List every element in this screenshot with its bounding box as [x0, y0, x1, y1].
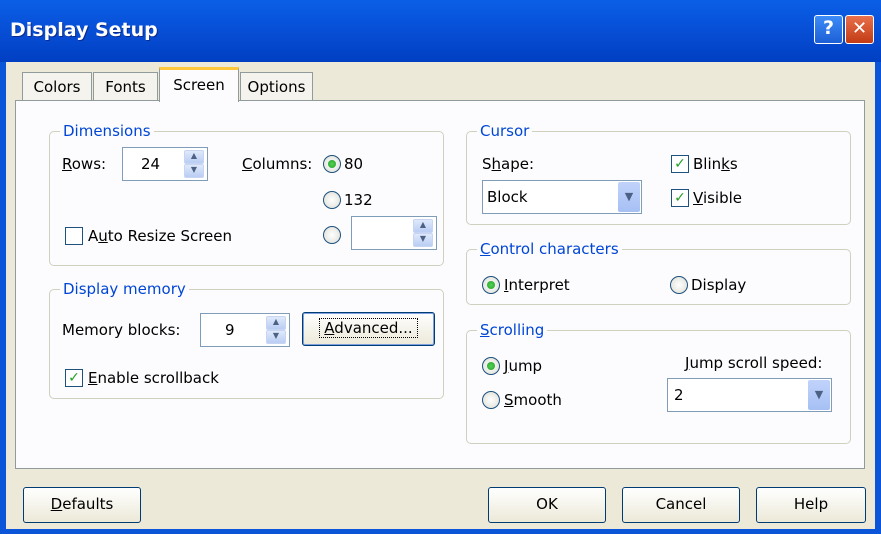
close-title-button[interactable]: ✕ — [845, 15, 874, 44]
cursor-legend: Cursor — [477, 122, 533, 140]
auto-resize-checkbox[interactable] — [65, 227, 83, 245]
jump-radio[interactable] — [482, 357, 500, 375]
shape-label: Shape: — [482, 155, 535, 173]
jump-scroll-speed-dropdown[interactable]: 2 ▼ — [667, 378, 832, 412]
interpret-label: Interpret — [504, 276, 570, 294]
auto-resize-label: Auto Resize Screen — [88, 227, 233, 245]
spin-up-icon[interactable]: ▲ — [184, 150, 204, 164]
smooth-radio[interactable] — [482, 391, 500, 409]
tab-fonts-label: Fonts — [105, 78, 146, 96]
window-frame-bottom — [0, 529, 881, 534]
control-characters-legend: Control characters — [477, 240, 622, 258]
enable-scrollback-label: Enable scrollback — [88, 369, 219, 387]
tab-screen-label: Screen — [173, 76, 225, 94]
tab-colors-label: Colors — [33, 78, 81, 96]
columns-custom-radio[interactable] — [323, 226, 341, 244]
advanced-button[interactable]: Advanced... — [302, 312, 435, 346]
spin-up-icon[interactable]: ▲ — [266, 316, 286, 330]
blinks-label: Blinks — [693, 155, 738, 173]
spin-up-icon[interactable]: ▲ — [413, 219, 433, 233]
defaults-button[interactable]: Defaults — [23, 487, 141, 523]
help-button[interactable]: Help — [756, 487, 866, 523]
shape-dropdown[interactable]: Block ▼ — [482, 180, 642, 214]
rows-value: 24 — [141, 155, 161, 173]
rows-stepper[interactable]: 24 ▲ ▼ — [122, 147, 208, 181]
dropdown-arrow-icon[interactable]: ▼ — [618, 182, 640, 212]
tab-panel-screen: Dimensions Rows: 24 ▲ ▼ Columns: 80 132 ▲… — [15, 100, 865, 469]
jump-label: Jump — [504, 357, 543, 375]
check-icon: ✓ — [674, 190, 686, 206]
shape-value: Block — [487, 188, 528, 206]
tab-options-label: Options — [247, 78, 306, 96]
help-label: Help — [793, 495, 829, 513]
blinks-checkbox[interactable]: ✓ — [671, 155, 689, 173]
title-bar[interactable]: Display Setup ? ✕ — [0, 0, 881, 62]
columns-custom-spin[interactable]: ▲ ▼ — [413, 219, 433, 247]
dropdown-arrow-icon[interactable]: ▼ — [808, 380, 830, 410]
ok-button[interactable]: OK — [488, 487, 606, 523]
memory-blocks-value: 9 — [225, 321, 235, 339]
tab-fonts[interactable]: Fonts — [93, 72, 158, 100]
display-memory-group: Display memory Memory blocks: 9 ▲ ▼ Advan… — [49, 280, 444, 399]
memory-blocks-label: Memory blocks: — [62, 321, 181, 339]
spin-down-icon[interactable]: ▼ — [266, 330, 286, 344]
display-label: Display — [691, 276, 747, 294]
spin-down-icon[interactable]: ▼ — [184, 164, 204, 178]
memory-blocks-spin[interactable]: ▲ ▼ — [266, 316, 286, 344]
columns-custom-stepper[interactable]: ▲ ▼ — [351, 216, 437, 250]
smooth-label: Smooth — [504, 391, 562, 409]
close-icon: ✕ — [851, 18, 868, 39]
columns-label: Columns: — [242, 155, 313, 173]
window-title: Display Setup — [10, 19, 158, 41]
help-title-button[interactable]: ? — [814, 15, 843, 44]
defaults-label: Defaults — [50, 495, 114, 513]
help-icon: ? — [822, 17, 835, 39]
columns-80-radio[interactable] — [323, 155, 341, 173]
jump-scroll-speed-value: 2 — [674, 386, 684, 404]
display-radio[interactable] — [670, 276, 688, 294]
columns-132-radio[interactable] — [323, 191, 341, 209]
check-icon: ✓ — [674, 156, 686, 172]
cancel-label: Cancel — [655, 495, 707, 513]
display-memory-legend: Display memory — [60, 280, 189, 298]
interpret-radio[interactable] — [482, 276, 500, 294]
ok-label: OK — [536, 495, 558, 513]
visible-label: Visible — [693, 189, 743, 207]
rows-spin[interactable]: ▲ ▼ — [184, 150, 204, 178]
visible-checkbox[interactable]: ✓ — [671, 189, 689, 207]
columns-132-label: 132 — [344, 191, 373, 209]
tab-colors[interactable]: Colors — [22, 72, 92, 100]
check-icon: ✓ — [68, 370, 80, 386]
tab-screen[interactable]: Screen — [159, 67, 239, 102]
advanced-label: Advanced... — [319, 318, 418, 338]
jump-scroll-speed-label: Jump scroll speed: — [685, 354, 823, 372]
window-frame-right — [875, 62, 881, 534]
dimensions-group: Dimensions Rows: 24 ▲ ▼ Columns: 80 132 ▲… — [49, 122, 444, 266]
control-characters-group: Control characters Interpret Display — [466, 240, 851, 305]
columns-80-label: 80 — [344, 155, 364, 173]
dimensions-legend: Dimensions — [60, 122, 154, 140]
window-frame-left — [0, 62, 6, 534]
scrolling-legend: Scrolling — [477, 321, 548, 339]
cancel-button[interactable]: Cancel — [622, 487, 740, 523]
spin-down-icon[interactable]: ▼ — [413, 233, 433, 247]
tab-options[interactable]: Options — [240, 72, 313, 100]
rows-label: Rows: — [62, 155, 107, 173]
enable-scrollback-checkbox[interactable]: ✓ — [65, 369, 83, 387]
cursor-group: Cursor Shape: Block ▼ ✓ Blinks ✓ Visible — [466, 122, 851, 225]
memory-blocks-stepper[interactable]: 9 ▲ ▼ — [200, 313, 290, 347]
scrolling-group: Scrolling Jump Smooth Jump scroll speed:… — [466, 321, 851, 444]
